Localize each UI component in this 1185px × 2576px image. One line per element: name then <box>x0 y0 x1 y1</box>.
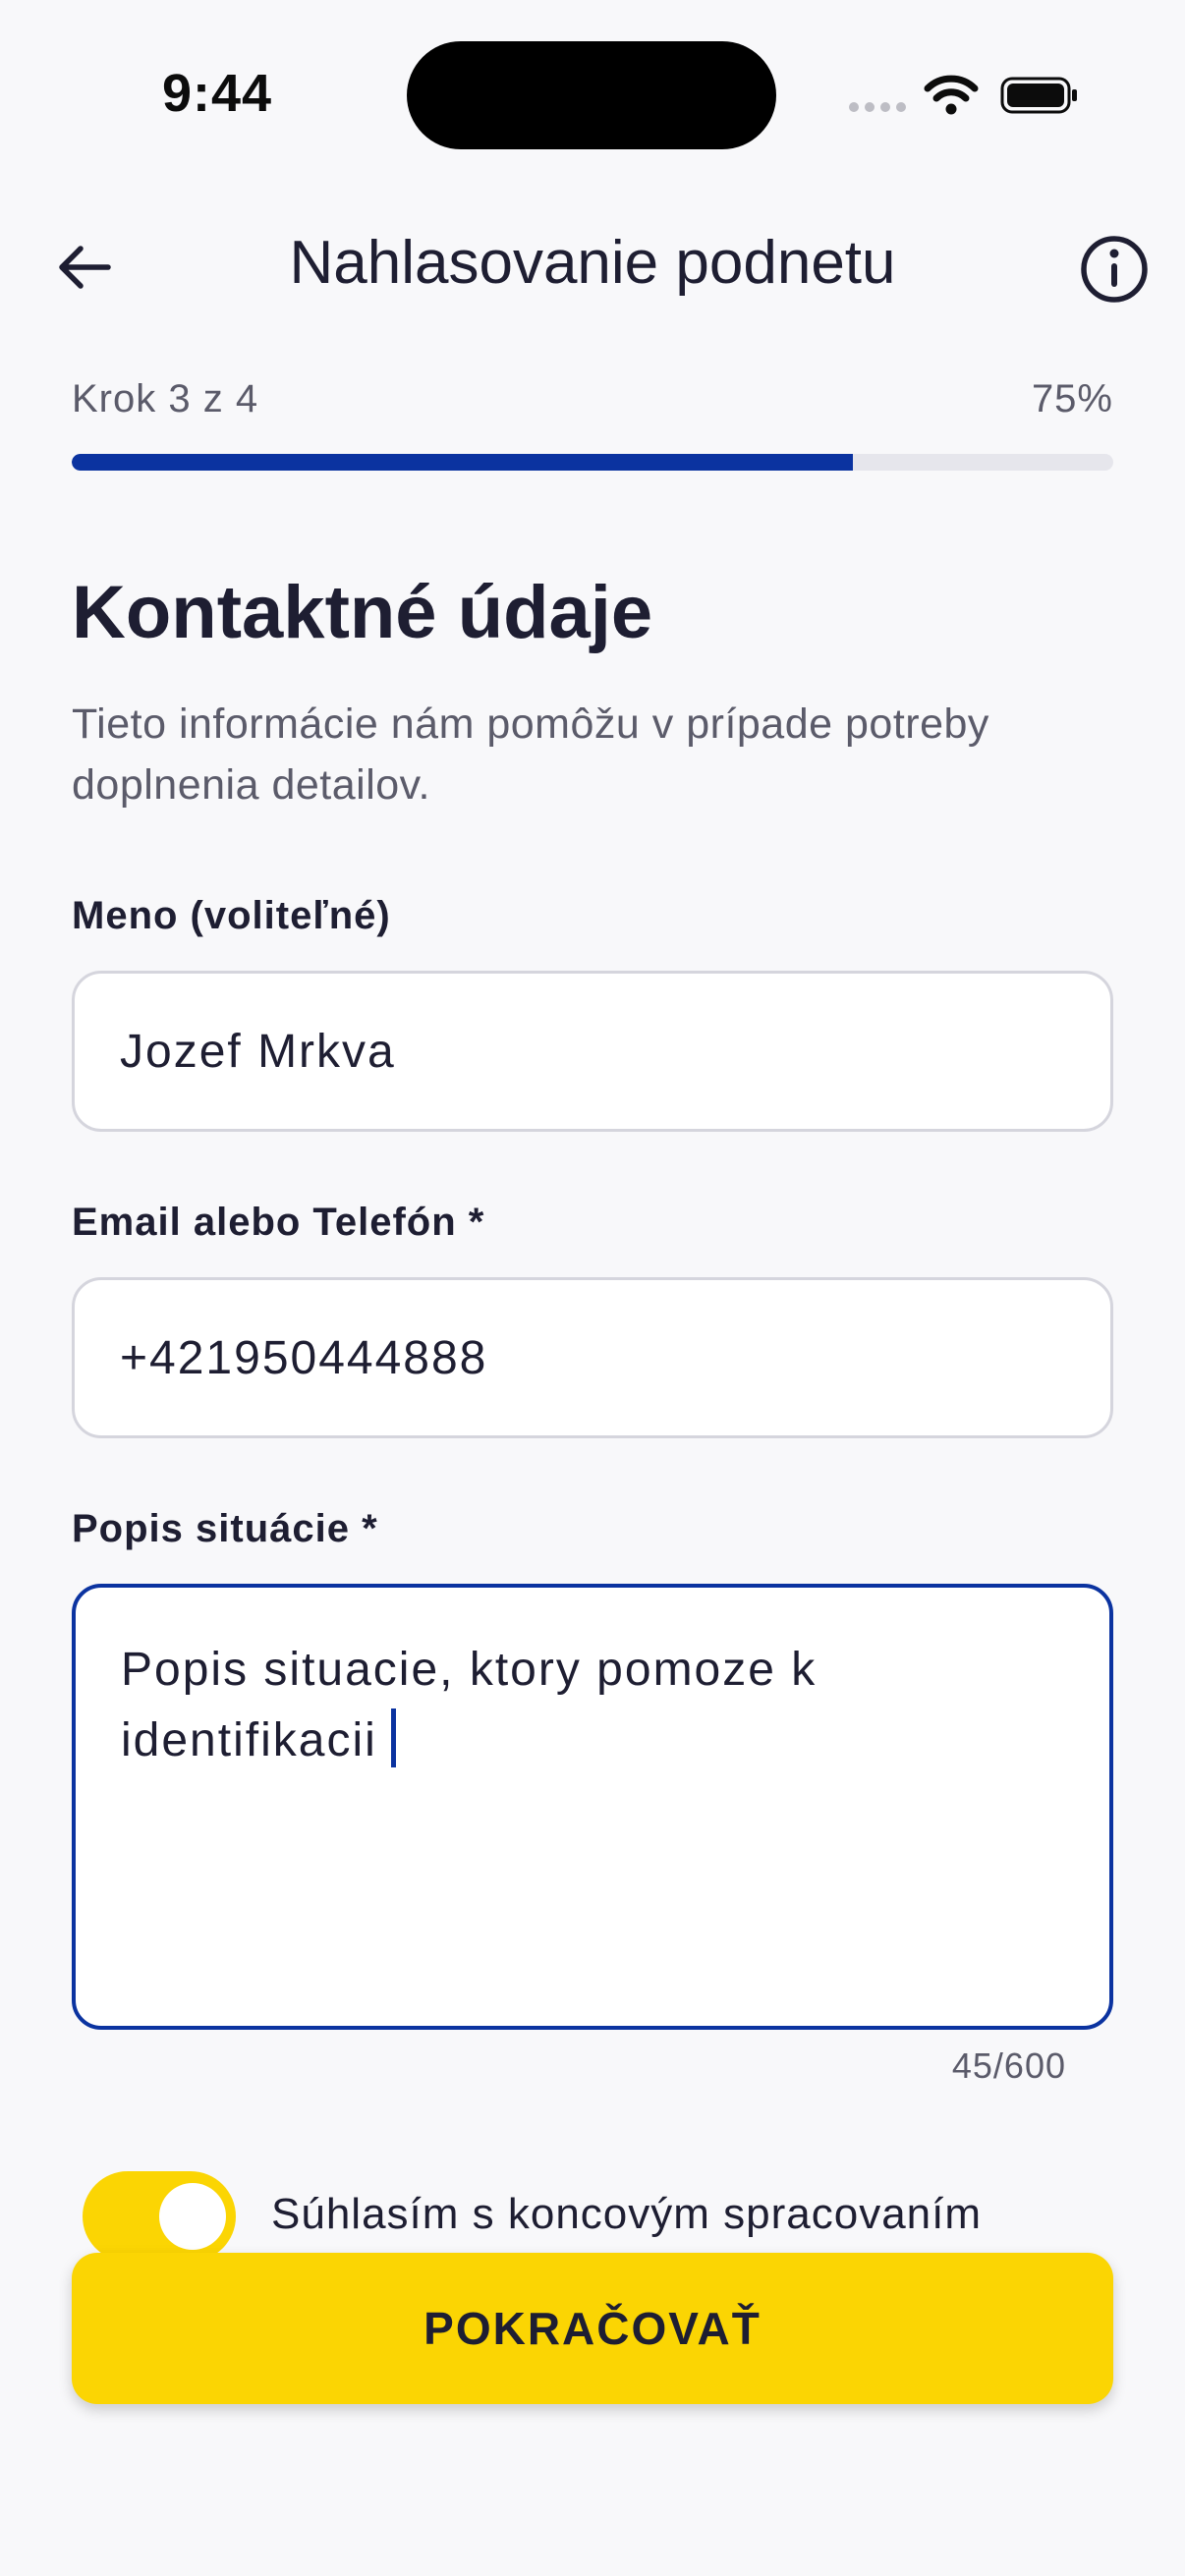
name-label: Meno (voliteľné) <box>72 894 391 937</box>
info-icon <box>1081 236 1148 303</box>
section-title: Kontaktné údaje <box>72 571 653 654</box>
arrow-left-icon <box>59 246 111 289</box>
info-button[interactable] <box>1077 232 1152 307</box>
section-subtitle: Tieto informácie nám pomôžu v prípade po… <box>72 700 989 809</box>
progress-fill <box>72 454 853 471</box>
contact-input-value: +421950444888 <box>120 1331 488 1384</box>
page-title: Nahlasovanie podnetu <box>289 229 896 297</box>
name-input[interactable]: Jozef Mrkva <box>72 971 1113 1132</box>
description-value: Popis situacie, ktory pomoze k identifik… <box>121 1644 818 1766</box>
consent-label: Súhlasím s koncovým spracovaním osobných… <box>271 2190 983 2238</box>
step-indicator: Krok 3 z 4 <box>72 377 259 420</box>
battery-icon <box>1000 77 1077 114</box>
character-counter: 45/600 <box>951 2045 1066 2086</box>
wifi-icon <box>924 75 979 115</box>
toggle-knob <box>159 2183 226 2250</box>
description-textarea[interactable]: Popis situacie, ktory pomoze k identifik… <box>72 1584 1113 2030</box>
description-label: Popis situácie * <box>72 1507 378 1550</box>
dynamic-island <box>407 41 776 149</box>
name-input-value: Jozef Mrkva <box>120 1025 396 1078</box>
back-button[interactable] <box>49 232 120 303</box>
contact-label: Email alebo Telefón * <box>72 1201 485 1244</box>
progress-bar <box>72 454 1113 471</box>
continue-button[interactable]: POKRAČOVAŤ <box>72 2253 1113 2404</box>
cellular-signal-icon <box>849 102 906 112</box>
text-cursor <box>390 1708 396 1767</box>
contact-input[interactable]: +421950444888 <box>72 1277 1113 1438</box>
consent-toggle[interactable] <box>83 2171 236 2262</box>
status-time: 9:44 <box>162 64 273 123</box>
progress-percent: 75% <box>1031 377 1113 420</box>
